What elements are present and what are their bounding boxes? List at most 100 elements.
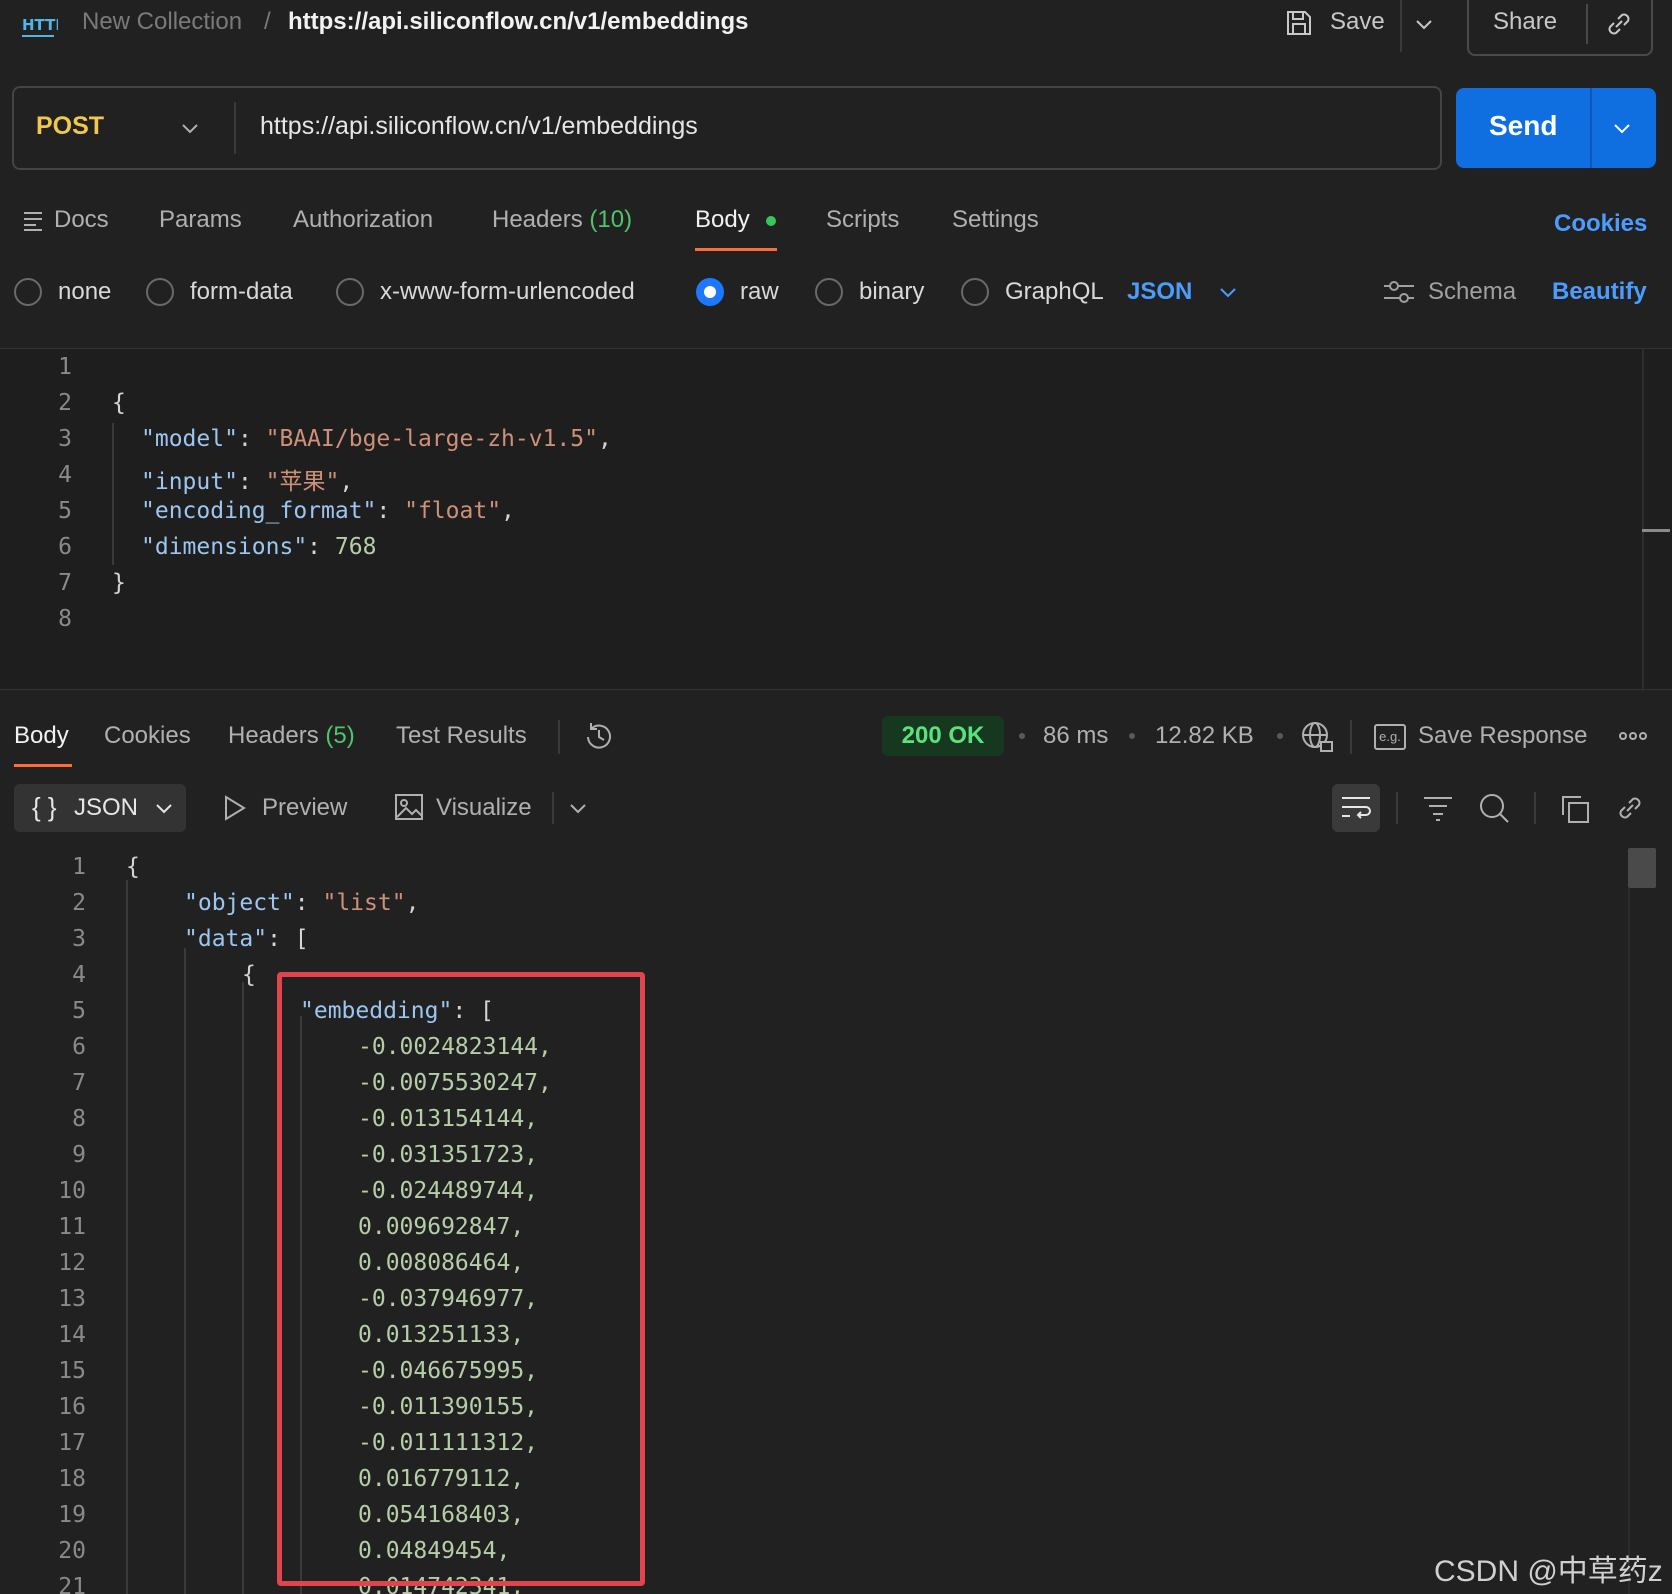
chevron-down-icon bbox=[152, 796, 176, 820]
line-number: 8 bbox=[58, 606, 72, 632]
docs-icon bbox=[22, 208, 46, 232]
response-format-select[interactable]: { } JSON bbox=[14, 784, 186, 832]
active-tab-underline bbox=[695, 248, 777, 251]
request-code: { "model": "BAAI/bge-large-zh-v1.5", "in… bbox=[112, 390, 612, 596]
breadcrumb-separator: / bbox=[264, 8, 271, 35]
line-number: 2 bbox=[58, 390, 72, 416]
line-number: 16 bbox=[58, 1394, 86, 1420]
visualize-options-chevron-down-icon[interactable] bbox=[566, 796, 590, 820]
method-select[interactable]: POST bbox=[36, 112, 104, 141]
editor-scrollbar-track[interactable] bbox=[1642, 349, 1644, 691]
body-format-select[interactable]: JSON bbox=[1127, 278, 1192, 306]
json-brace: } bbox=[112, 570, 126, 596]
link-icon[interactable] bbox=[1614, 792, 1646, 824]
wrap-lines-button[interactable] bbox=[1332, 784, 1380, 832]
response-tab-cookies[interactable]: Cookies bbox=[104, 722, 191, 750]
line-number: 6 bbox=[58, 534, 72, 560]
radio-raw-label: raw bbox=[740, 278, 779, 305]
save-options-chevron-icon[interactable] bbox=[1412, 12, 1436, 36]
status-badge[interactable]: 200 OK bbox=[882, 716, 1004, 756]
scrollbar-track[interactable] bbox=[1628, 888, 1630, 1594]
divider bbox=[558, 720, 560, 754]
line-number: 8 bbox=[72, 1106, 86, 1132]
format-chevron-down-icon[interactable] bbox=[1216, 280, 1240, 304]
method-chevron-down-icon[interactable] bbox=[178, 116, 202, 140]
radio-urlencoded-label: x-www-form-urlencoded bbox=[380, 278, 635, 305]
send-group: Send bbox=[1456, 88, 1656, 168]
tab-docs[interactable]: Docs bbox=[54, 206, 109, 234]
share-button[interactable]: Share bbox=[1493, 8, 1557, 36]
filter-icon[interactable] bbox=[1422, 794, 1454, 822]
dot-separator bbox=[1277, 733, 1283, 739]
response-tab-body[interactable]: Body bbox=[14, 722, 69, 750]
dot-separator bbox=[1129, 733, 1135, 739]
visualize-button[interactable]: Visualize bbox=[436, 794, 532, 822]
breadcrumb-collection[interactable]: New Collection bbox=[82, 8, 242, 36]
network-globe-lock-icon[interactable] bbox=[1300, 720, 1334, 754]
json-key: "data" bbox=[184, 926, 268, 952]
line-number: 1 bbox=[58, 354, 72, 380]
divider bbox=[234, 102, 236, 154]
line-number: 13 bbox=[58, 1286, 86, 1312]
tab-body[interactable]: Body bbox=[695, 206, 750, 234]
beautify-button[interactable]: Beautify bbox=[1552, 278, 1647, 306]
request-title[interactable]: https://api.siliconflow.cn/v1/embeddings bbox=[288, 8, 749, 36]
divider bbox=[1586, 4, 1588, 44]
line-number: 7 bbox=[72, 1070, 86, 1096]
tab-settings[interactable]: Settings bbox=[952, 206, 1039, 234]
radio-binary[interactable] bbox=[815, 278, 843, 306]
tab-authorization[interactable]: Authorization bbox=[293, 206, 433, 234]
response-time[interactable]: 86 ms bbox=[1043, 722, 1108, 750]
line-number: 6 bbox=[72, 1034, 86, 1060]
line-number: 12 bbox=[58, 1250, 86, 1276]
response-line-numbers: 1 2 3 4 5 6 7 8 9 10 11 12 13 14 15 16 17 18 19 20 21 bbox=[46, 854, 86, 1594]
line-number: 4 bbox=[58, 462, 72, 488]
radio-graphql-label: GraphQL bbox=[1005, 278, 1104, 305]
save-response-button[interactable]: Save Response bbox=[1418, 722, 1587, 750]
schema-button[interactable]: Schema bbox=[1428, 278, 1516, 306]
url-input[interactable]: https://api.siliconflow.cn/v1/embeddings bbox=[260, 112, 698, 141]
line-number: 14 bbox=[58, 1322, 86, 1348]
search-icon[interactable] bbox=[1478, 792, 1510, 824]
tab-headers[interactable]: Headers (10) bbox=[492, 206, 632, 234]
http-request-icon: HTTP bbox=[20, 8, 58, 42]
more-options-icon[interactable] bbox=[1618, 726, 1648, 746]
radio-none-label: none bbox=[58, 278, 112, 305]
top-bar: HTTP New Collection / https://api.silico… bbox=[0, 0, 1672, 56]
response-size[interactable]: 12.82 KB bbox=[1155, 722, 1254, 750]
active-tab-underline bbox=[14, 764, 72, 767]
response-format-label: JSON bbox=[74, 794, 139, 821]
radio-form-data[interactable] bbox=[146, 278, 174, 306]
json-brace: { bbox=[126, 854, 140, 880]
braces-icon: { } bbox=[32, 792, 57, 822]
send-button[interactable]: Send bbox=[1489, 110, 1557, 142]
json-number: 768 bbox=[334, 534, 377, 560]
line-number: 4 bbox=[72, 962, 86, 988]
response-tab-headers[interactable]: Headers (5) bbox=[228, 722, 355, 750]
send-options-chevron-down-icon[interactable] bbox=[1610, 116, 1634, 140]
copy-link-icon[interactable] bbox=[1603, 8, 1635, 40]
divider bbox=[1534, 792, 1536, 824]
line-number: 3 bbox=[58, 426, 72, 452]
radio-raw[interactable] bbox=[696, 278, 724, 306]
dot-separator bbox=[1019, 733, 1025, 739]
history-icon[interactable] bbox=[582, 720, 616, 754]
preview-button[interactable]: Preview bbox=[262, 794, 347, 822]
cookies-link[interactable]: Cookies bbox=[1554, 210, 1647, 238]
json-key: "encoding_format" bbox=[141, 498, 377, 524]
schema-icon bbox=[1382, 278, 1416, 306]
copy-icon[interactable] bbox=[1560, 794, 1590, 824]
minimap-marker bbox=[1642, 529, 1670, 532]
response-tab-test-results[interactable]: Test Results bbox=[396, 722, 527, 750]
json-key: "model" bbox=[141, 426, 238, 452]
scrollbar-thumb[interactable] bbox=[1628, 848, 1656, 888]
radio-urlencoded[interactable] bbox=[336, 278, 364, 306]
line-number: 5 bbox=[72, 998, 86, 1024]
radio-graphql[interactable] bbox=[961, 278, 989, 306]
line-number: 5 bbox=[58, 498, 72, 524]
tab-params[interactable]: Params bbox=[159, 206, 242, 234]
json-string: "BAAI/bge-large-zh-v1.5" bbox=[265, 426, 598, 452]
tab-scripts[interactable]: Scripts bbox=[826, 206, 899, 234]
image-icon bbox=[394, 792, 424, 822]
radio-none[interactable] bbox=[14, 278, 42, 306]
